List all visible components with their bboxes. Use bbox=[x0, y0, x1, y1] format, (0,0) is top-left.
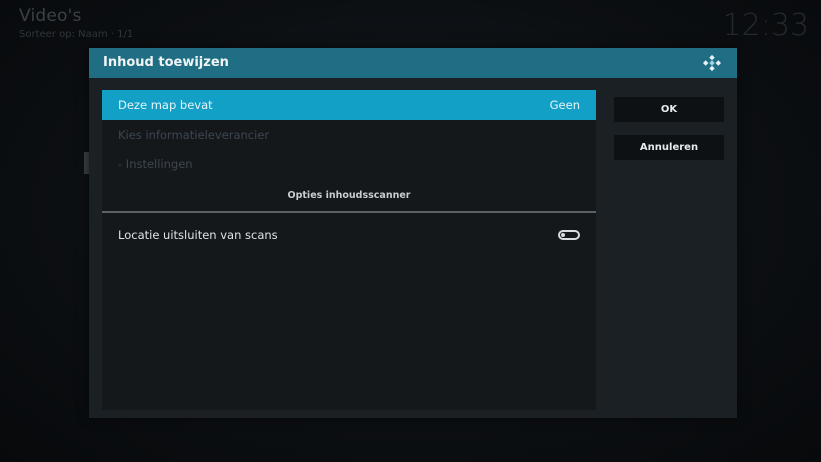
list-item-content-type[interactable]: Deze map bevat Geen bbox=[102, 90, 596, 120]
content-type-label: Deze map bevat bbox=[118, 98, 213, 112]
ok-button[interactable]: OK bbox=[614, 97, 724, 122]
background-window-title: Video's bbox=[19, 6, 82, 26]
section-divider bbox=[102, 211, 596, 213]
info-provider-label: Kies informatieleverancier bbox=[118, 128, 270, 142]
clock: 12:33 bbox=[722, 8, 809, 43]
content-type-value: Geen bbox=[549, 98, 580, 112]
set-content-dialog: Inhoud toewijzen Deze map bevat Geen Kie… bbox=[89, 48, 737, 418]
settings-list: Deze map bevat Geen Kies informatielever… bbox=[102, 90, 596, 410]
screen: Video's Sorteer op: Naam · 1/1 12:33 Inh… bbox=[0, 0, 821, 462]
list-item-info-provider[interactable]: Kies informatieleverancier bbox=[102, 120, 596, 150]
exclude-from-scans-toggle[interactable] bbox=[558, 230, 580, 240]
exclude-from-scans-label: Locatie uitsluiten van scans bbox=[118, 228, 278, 242]
cancel-button[interactable]: Annuleren bbox=[614, 135, 724, 160]
list-item-exclude-from-scans[interactable]: Locatie uitsluiten van scans bbox=[102, 220, 596, 250]
scanner-options-heading: Opties inhoudsscanner bbox=[287, 190, 411, 201]
list-item-settings[interactable]: - Instellingen bbox=[102, 149, 596, 179]
dialog-title: Inhoud toewijzen bbox=[103, 55, 229, 70]
settings-label: - Instellingen bbox=[118, 157, 193, 171]
background-sort-info: Sorteer op: Naam · 1/1 bbox=[19, 29, 134, 40]
kodi-logo-icon bbox=[703, 54, 721, 72]
toggle-knob bbox=[561, 233, 565, 237]
dialog-header: Inhoud toewijzen bbox=[89, 48, 737, 78]
